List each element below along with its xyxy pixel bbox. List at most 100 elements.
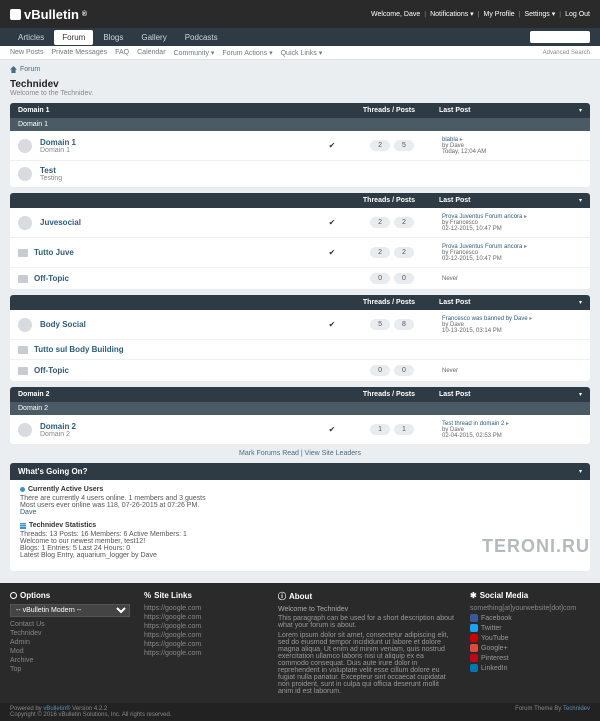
- site-leaders-link[interactable]: View Site Leaders: [305, 450, 361, 457]
- footer-link[interactable]: https://google.com: [144, 622, 264, 631]
- goto-icon[interactable]: ▸: [460, 137, 463, 143]
- forum-title[interactable]: Domain 1: [40, 138, 322, 147]
- menu-bar: ArticlesForumBlogsGalleryPodcasts: [0, 28, 600, 46]
- breadcrumb[interactable]: Forum: [10, 66, 590, 73]
- theme-select[interactable]: -- vBulletin Modern --: [10, 604, 130, 617]
- goto-icon[interactable]: ▸: [529, 316, 532, 322]
- footer-link[interactable]: https://google.com: [144, 631, 264, 640]
- subnav-item[interactable]: Quick Links ▾: [281, 49, 323, 57]
- footer-link[interactable]: Technidev: [10, 629, 130, 638]
- subnav-item[interactable]: FAQ: [115, 49, 129, 56]
- thread-count: 5: [370, 319, 390, 330]
- thread-count: 0: [370, 365, 390, 376]
- youtube-icon: [470, 634, 478, 642]
- forum-desc: Testing: [40, 175, 322, 182]
- post-count: 8: [394, 319, 414, 330]
- last-post: Francesco was banned by Dave ▸by Dave10-…: [442, 315, 582, 334]
- check-icon: ✔: [322, 218, 342, 227]
- block-subheader[interactable]: Domain 2: [10, 402, 590, 415]
- subnav-item[interactable]: Private Messages: [51, 49, 107, 56]
- subnav-item[interactable]: Forum Actions ▾: [222, 49, 272, 57]
- post-count: 0: [394, 273, 414, 284]
- collapse-icon[interactable]: ▾: [579, 299, 582, 306]
- logout-link[interactable]: Log Out: [565, 11, 590, 18]
- mark-read-link[interactable]: Mark Forums Read: [239, 450, 299, 457]
- footer: Options -- vBulletin Modern -- Contact U…: [0, 583, 600, 703]
- social-link[interactable]: Pinterest: [470, 653, 590, 663]
- collapse-icon[interactable]: ▾: [579, 197, 582, 204]
- stats-line-4: Latest Blog Entry, aquarium_logger by Da…: [20, 552, 580, 559]
- pinterest-icon: [470, 654, 478, 662]
- footer-link[interactable]: https://google.com: [144, 604, 264, 613]
- last-post: Never: [442, 276, 582, 282]
- subnav-item[interactable]: Calendar: [137, 49, 165, 56]
- forum-title[interactable]: Off-Topic: [34, 366, 322, 375]
- footer-link[interactable]: Mod: [10, 647, 130, 656]
- top-bar: vBulletin® Welcome, Dave| Notifications …: [0, 0, 600, 28]
- tab-gallery[interactable]: Gallery: [133, 30, 174, 45]
- footer-link[interactable]: Top: [10, 665, 130, 674]
- facebook-icon: [470, 614, 478, 622]
- block-title[interactable]: Domain 1: [18, 107, 339, 114]
- social-link[interactable]: Twitter: [470, 623, 590, 633]
- footer-link[interactable]: Contact Us: [10, 620, 130, 629]
- goto-icon[interactable]: ▸: [524, 214, 527, 220]
- notifications-link[interactable]: Notifications ▾: [430, 10, 474, 18]
- social-link[interactable]: Facebook: [470, 613, 590, 623]
- home-icon: [10, 66, 17, 73]
- collapse-icon[interactable]: ▾: [579, 107, 582, 114]
- forum-title[interactable]: Test: [40, 166, 322, 175]
- post-count: 1: [394, 424, 414, 435]
- subforum-icon: [18, 275, 28, 283]
- tab-podcasts[interactable]: Podcasts: [177, 30, 226, 45]
- collapse-icon[interactable]: ▾: [579, 391, 582, 398]
- forum-row: Tutto sul Body Building: [10, 340, 590, 360]
- forum-desc: Domain 2: [40, 431, 322, 438]
- block-title[interactable]: Domain 2: [18, 391, 339, 398]
- social-link[interactable]: Google+: [470, 643, 590, 653]
- contact-email: something[at]yourwebsite[dot]com: [470, 604, 590, 613]
- forum-title[interactable]: Tutto sul Body Building: [34, 345, 322, 354]
- footer-link[interactable]: https://google.com: [144, 613, 264, 622]
- mid-links: Mark Forums Read | View Site Leaders: [10, 450, 590, 457]
- settings-link[interactable]: Settings ▾: [524, 10, 555, 18]
- whats-going-on: What's Going On?▾ Currently Active Users…: [10, 463, 590, 571]
- stats-line-2: Welcome to our newest member, test12!: [20, 538, 580, 545]
- profile-link[interactable]: My Profile: [484, 11, 515, 18]
- tab-forum[interactable]: Forum: [54, 30, 93, 45]
- subnav-item[interactable]: Community ▾: [174, 49, 215, 57]
- active-user-name[interactable]: Dave: [20, 509, 580, 516]
- post-count: 2: [394, 217, 414, 228]
- logo[interactable]: vBulletin®: [10, 7, 87, 22]
- footer-link[interactable]: Archive: [10, 656, 130, 665]
- goto-icon[interactable]: ▸: [524, 244, 527, 250]
- thread-count: 2: [370, 140, 390, 151]
- forum-title[interactable]: Tutto Juve: [34, 248, 322, 257]
- footer-link[interactable]: https://google.com: [144, 640, 264, 649]
- footer-social: ✱Social Media something[at]yourwebsite[d…: [470, 591, 590, 695]
- forum-title[interactable]: Body Social: [40, 320, 322, 329]
- tab-articles[interactable]: Articles: [10, 30, 52, 45]
- forum-block: Domain 2Threads / PostsLast Post▾Domain …: [10, 387, 590, 444]
- tab-blogs[interactable]: Blogs: [95, 30, 131, 45]
- footer-site-links: %Site Links https://google.comhttps://go…: [144, 591, 264, 695]
- search-input[interactable]: [530, 31, 590, 43]
- collapse-icon[interactable]: ▾: [579, 468, 582, 475]
- forum-row: Body Social✔58Francesco was banned by Da…: [10, 310, 590, 340]
- linkedin-icon: [470, 664, 478, 672]
- last-post: Test thread in domain 2 ▸by Dave02-04-20…: [442, 420, 582, 439]
- block-subheader[interactable]: Domain 1: [10, 118, 590, 131]
- subnav-item[interactable]: New Posts: [10, 49, 43, 56]
- forum-desc: Domain 1: [40, 147, 322, 154]
- footer-link[interactable]: https://google.com: [144, 649, 264, 658]
- forum-title[interactable]: Juvesocial: [40, 218, 322, 227]
- last-post: Prova Juventus Forum ancora ▸by Francesc…: [442, 243, 582, 262]
- advanced-search-link[interactable]: Advanced Search: [543, 50, 590, 56]
- social-link[interactable]: LinkedIn: [470, 663, 590, 673]
- forum-title[interactable]: Off-Topic: [34, 274, 322, 283]
- forum-title[interactable]: Domain 2: [40, 422, 322, 431]
- thread-count: 2: [370, 217, 390, 228]
- social-link[interactable]: YouTube: [470, 633, 590, 643]
- goto-icon[interactable]: ▸: [506, 421, 509, 427]
- footer-link[interactable]: Admin: [10, 638, 130, 647]
